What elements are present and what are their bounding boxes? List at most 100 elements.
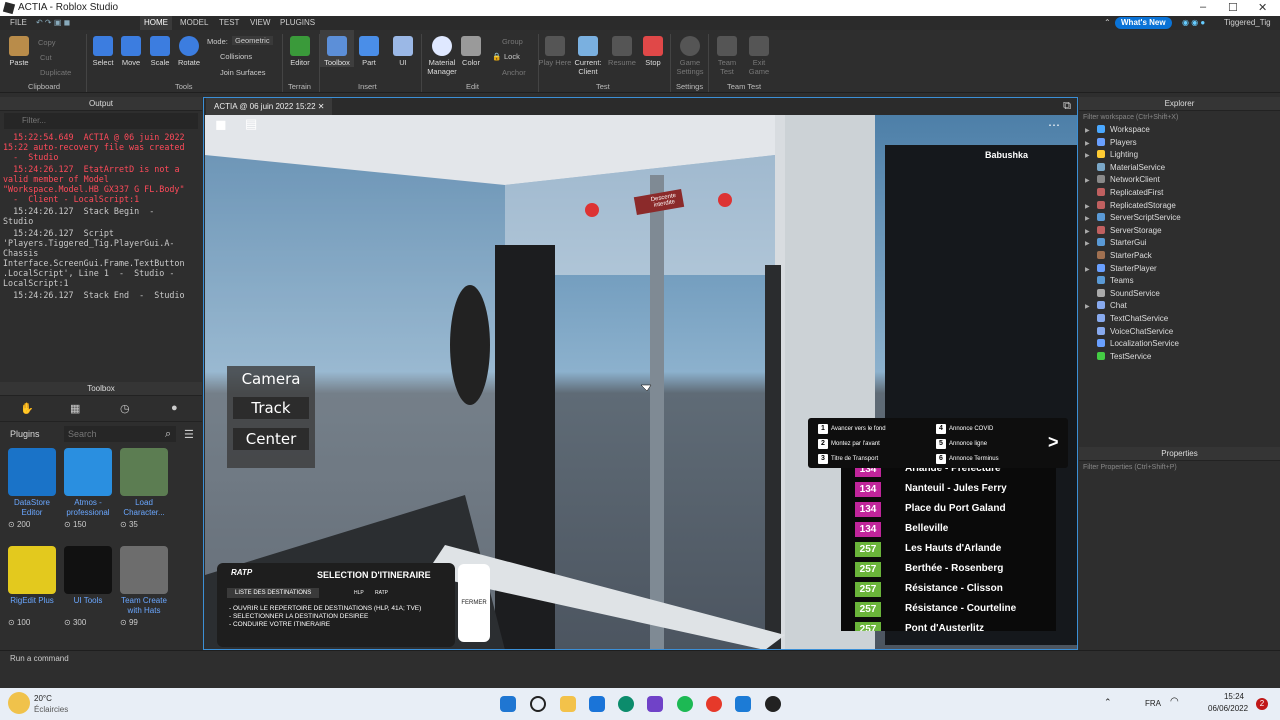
wifi-icon[interactable]: ◠ bbox=[1170, 696, 1179, 707]
chat-icon[interactable]: ▤ bbox=[245, 116, 257, 132]
toolbox-item[interactable]: Team Create with Hats ⊙ 99 bbox=[116, 546, 172, 627]
output-filter-input[interactable]: Filter... bbox=[4, 113, 198, 129]
roblox-menu-icon[interactable]: ◼ bbox=[215, 116, 227, 133]
explorer-item[interactable]: VoiceChatService bbox=[1097, 326, 1173, 338]
chrome-icon[interactable] bbox=[706, 696, 722, 712]
search-icon[interactable] bbox=[530, 696, 546, 712]
explorer-item[interactable]: NetworkClient bbox=[1097, 174, 1160, 186]
part-button[interactable]: Part bbox=[352, 30, 386, 67]
close-icon[interactable]: ✕ bbox=[1258, 1, 1267, 14]
menu-plugins[interactable]: PLUGINS bbox=[280, 18, 315, 27]
inventory-tab-icon[interactable]: ▦ bbox=[70, 402, 80, 415]
toolbox-button[interactable]: Toolbox bbox=[320, 30, 354, 67]
duplicate-button[interactable]: Duplicate bbox=[40, 68, 71, 77]
explorer-item[interactable]: StarterPlayer bbox=[1097, 263, 1157, 275]
clock-date[interactable]: 06/06/2022 bbox=[1208, 704, 1248, 713]
announcement-button[interactable]: 5 Annonce ligne bbox=[936, 439, 987, 449]
marketplace-tab-icon[interactable]: ✋ bbox=[20, 402, 34, 415]
creations-tab-icon[interactable]: ● bbox=[171, 402, 178, 414]
popout-icon[interactable]: ⧉ bbox=[1063, 100, 1071, 113]
terrain-editor-button[interactable]: Editor bbox=[283, 30, 317, 67]
cut-button[interactable]: Cut bbox=[40, 53, 52, 62]
explorer-item[interactable]: Lighting bbox=[1097, 149, 1138, 161]
copy-button[interactable]: Copy bbox=[38, 38, 56, 47]
rotate-button[interactable]: Rotate bbox=[172, 30, 206, 67]
notification-badge[interactable]: 2 bbox=[1256, 698, 1268, 710]
explorer-item[interactable]: Workspace bbox=[1097, 124, 1150, 136]
game-viewport[interactable]: ACTIA @ 06 juin 2022 15:22 ✕ ⧉ ◼ ▤ ⋯ Bab… bbox=[203, 97, 1078, 650]
play-here-button[interactable]: Play Here bbox=[538, 30, 572, 67]
game-settings-button[interactable]: Game Settings bbox=[673, 30, 707, 76]
expand-arrow-icon[interactable]: ▶ bbox=[1085, 240, 1090, 247]
spotify-icon[interactable] bbox=[677, 696, 693, 712]
lock-icon[interactable]: 🔒 bbox=[492, 52, 501, 61]
announcement-button[interactable]: 2 Montez par l'avant bbox=[818, 439, 880, 449]
explorer-item[interactable]: Teams bbox=[1097, 275, 1134, 287]
recent-tab-icon[interactable]: ◷ bbox=[120, 402, 130, 415]
undo-icon[interactable]: ↶ ↷ ▣ ◼ bbox=[36, 18, 70, 27]
filter-icon[interactable]: ☰ bbox=[184, 428, 194, 441]
explorer-item[interactable]: SoundService bbox=[1097, 288, 1160, 300]
track-button[interactable]: Track bbox=[233, 397, 309, 419]
mode-select[interactable]: Geometric bbox=[232, 36, 273, 45]
anchor-button[interactable]: Anchor bbox=[502, 68, 526, 77]
announcement-button[interactable]: 4 Annonce COVID bbox=[936, 424, 993, 434]
expand-arrow-icon[interactable]: ▶ bbox=[1085, 152, 1090, 159]
team-test-button[interactable]: Team Test bbox=[710, 30, 744, 76]
ratp-tag[interactable]: RATP bbox=[372, 588, 391, 598]
expand-arrow-icon[interactable]: ▶ bbox=[1085, 228, 1090, 235]
close-itinerary-button[interactable]: FERMER bbox=[458, 564, 490, 642]
menu-model[interactable]: MODEL bbox=[180, 18, 208, 27]
category-select[interactable]: Plugins bbox=[10, 429, 40, 439]
expand-arrow-icon[interactable]: ▶ bbox=[1085, 140, 1090, 147]
place-tab[interactable]: ACTIA @ 06 juin 2022 15:22 ✕ bbox=[206, 98, 333, 115]
ui-button[interactable]: UI bbox=[386, 30, 420, 67]
next-arrow-button[interactable]: > bbox=[1048, 432, 1059, 453]
mail-icon[interactable] bbox=[589, 696, 605, 712]
expand-arrow-icon[interactable]: ▶ bbox=[1085, 303, 1090, 310]
expand-icon[interactable]: ⌃ bbox=[1104, 18, 1111, 27]
expand-arrow-icon[interactable]: ▶ bbox=[1085, 177, 1090, 184]
announcement-button[interactable]: 6 Annonce Terminus bbox=[936, 454, 999, 464]
explorer-item[interactable]: Chat bbox=[1097, 300, 1127, 312]
explorer-item[interactable]: StarterPack bbox=[1097, 250, 1152, 262]
collisions-toggle[interactable]: Collisions bbox=[220, 52, 252, 61]
user-name[interactable]: Tiggered_Tig bbox=[1224, 18, 1271, 27]
minimize-icon[interactable]: – bbox=[1200, 1, 1206, 13]
explorer-item[interactable]: ReplicatedFirst bbox=[1097, 187, 1163, 199]
stop-button[interactable]: Stop bbox=[636, 30, 670, 67]
language-indicator[interactable]: FRA bbox=[1145, 699, 1161, 708]
explorer-filter-input[interactable]: Filter workspace (Ctrl+Shift+X) bbox=[1079, 111, 1280, 124]
destinations-list-button[interactable]: LISTE DES DESTINATIONS bbox=[227, 588, 320, 598]
hlp-tag[interactable]: HLP bbox=[351, 588, 367, 598]
maximize-icon[interactable]: ☐ bbox=[1228, 1, 1238, 14]
file-explorer-icon[interactable] bbox=[560, 696, 576, 712]
clock-time[interactable]: 15:24 bbox=[1208, 692, 1244, 701]
explorer-item[interactable]: LocalizationService bbox=[1097, 338, 1179, 350]
toolbox-search-input[interactable]: Search bbox=[64, 426, 176, 442]
announcement-button[interactable]: 1 Avancer vers le fond bbox=[818, 424, 886, 434]
share-icon[interactable]: ◉ ◉ ● bbox=[1182, 18, 1205, 27]
expand-arrow-icon[interactable]: ▶ bbox=[1085, 215, 1090, 222]
explorer-item[interactable]: ServerScriptService bbox=[1097, 212, 1181, 224]
toolbox-item[interactable]: Load Character... ⊙ 35 bbox=[116, 448, 172, 529]
join-surfaces-toggle[interactable]: Join Surfaces bbox=[220, 68, 265, 77]
explorer-item[interactable]: MaterialService bbox=[1097, 162, 1165, 174]
command-input[interactable]: Run a command bbox=[10, 654, 69, 663]
more-options-icon[interactable]: ⋯ bbox=[1048, 118, 1060, 132]
explorer-item[interactable]: TestService bbox=[1097, 351, 1151, 363]
expand-arrow-icon[interactable]: ▶ bbox=[1085, 203, 1090, 210]
announcement-button[interactable]: 3 Titre de Transport bbox=[818, 454, 878, 464]
paste-button[interactable]: Paste bbox=[2, 30, 36, 67]
menu-test[interactable]: TEST bbox=[219, 18, 239, 27]
explorer-item[interactable]: ReplicatedStorage bbox=[1097, 200, 1176, 212]
menu-file[interactable]: FILE bbox=[10, 18, 27, 27]
roblox-studio-icon[interactable] bbox=[735, 696, 751, 712]
destination-list[interactable]: 134 Arlande - Préfecture 134 Nanteuil - Jul… bbox=[841, 468, 1056, 631]
menu-home[interactable]: HOME bbox=[140, 16, 172, 30]
lock-button[interactable]: Lock bbox=[504, 52, 520, 61]
menu-view[interactable]: VIEW bbox=[250, 18, 270, 27]
group-button[interactable]: Group bbox=[502, 37, 523, 46]
bus-interior-scene[interactable]: ◼ ▤ ⋯ Babushka Descente interdite Camera… bbox=[205, 115, 1077, 649]
tray-expand-icon[interactable]: ⌃ bbox=[1104, 697, 1112, 708]
